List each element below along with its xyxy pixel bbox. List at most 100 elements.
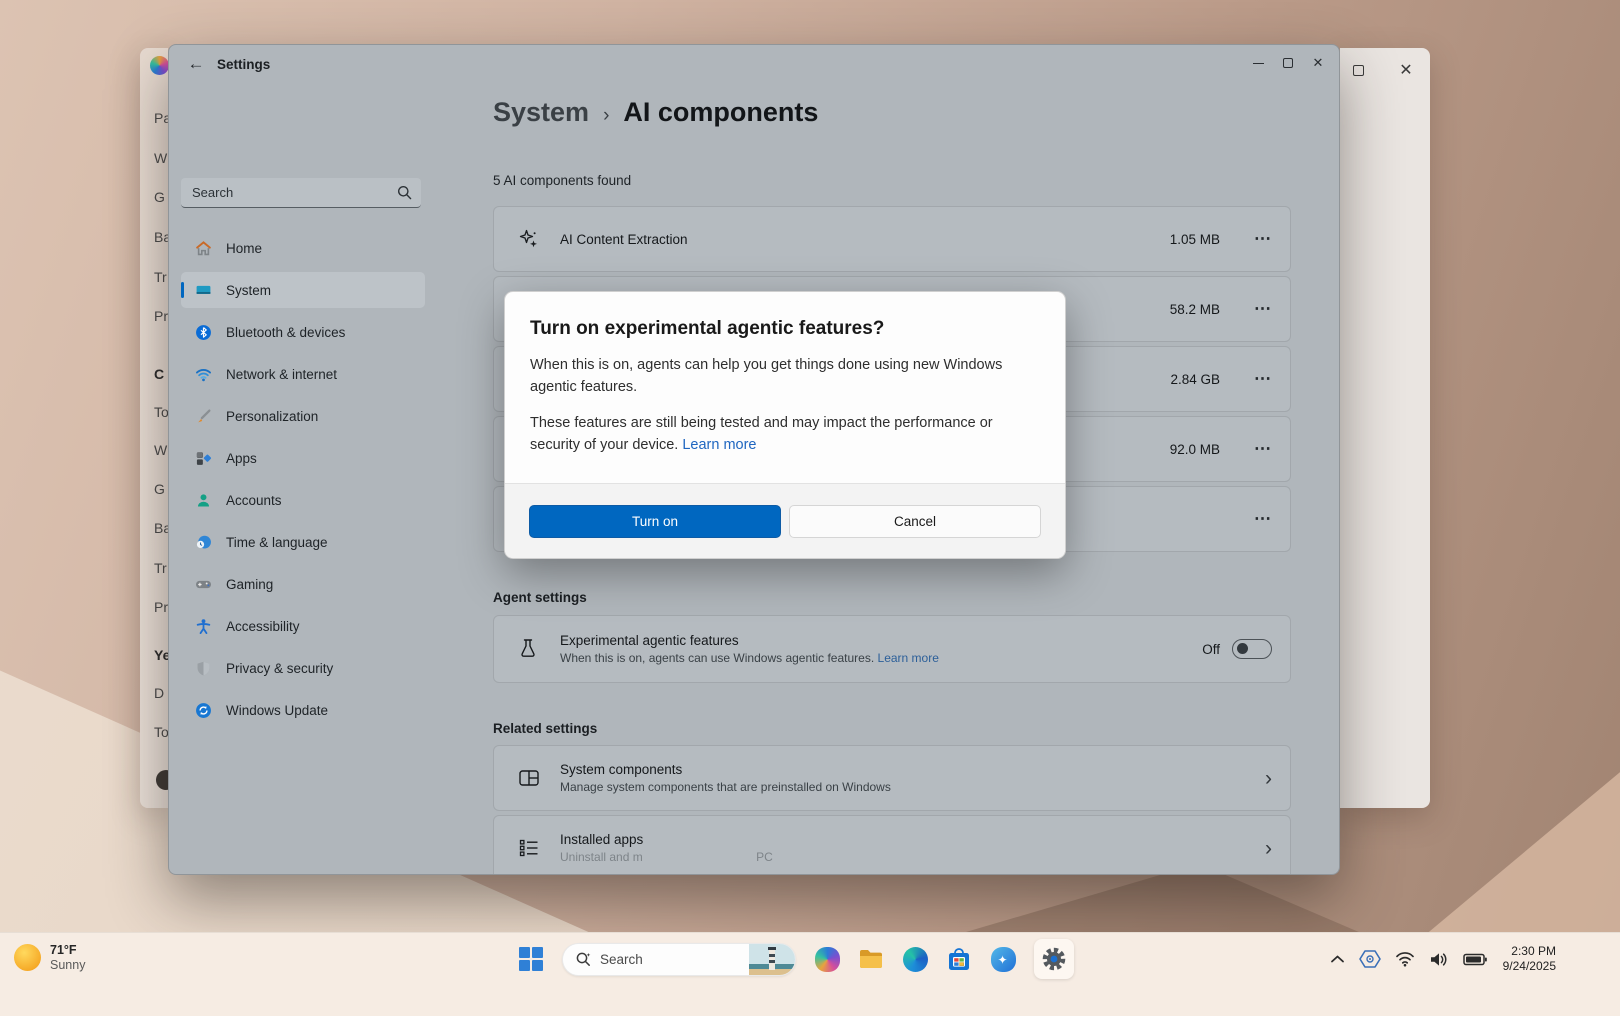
sidebar-item-label: Bluetooth & devices xyxy=(226,325,345,340)
sidebar-item-system[interactable]: System xyxy=(181,272,425,308)
sidebar-item-bluetooth[interactable]: Bluetooth & devices xyxy=(181,314,425,350)
store-icon xyxy=(947,947,971,972)
sidebar-item-gaming[interactable]: Gaming xyxy=(181,566,425,602)
bluetooth-icon xyxy=(195,324,212,341)
sidebar-item-home[interactable]: Home xyxy=(181,230,425,266)
maximize-button[interactable] xyxy=(1344,56,1372,84)
person-icon xyxy=(195,492,212,509)
sidebar-item-label: Network & internet xyxy=(226,367,337,382)
bg-text-fragment: Pr xyxy=(154,308,168,324)
back-button[interactable]: ← xyxy=(181,51,211,77)
weather-widget[interactable]: 71°F Sunny xyxy=(14,943,85,972)
taskbar-search[interactable]: Search xyxy=(562,943,796,976)
sidebar-item-apps[interactable]: Apps xyxy=(181,440,425,476)
app-logo-icon xyxy=(150,56,168,75)
close-button[interactable]: ✕ xyxy=(1392,56,1420,84)
sidebar-item-privacy[interactable]: Privacy & security xyxy=(181,650,425,686)
installed-apps-row[interactable]: Installed apps Uninstall and m PC › xyxy=(493,815,1291,875)
clock[interactable]: 2:30 PM 9/24/2025 xyxy=(1503,944,1556,974)
edge-icon xyxy=(903,947,928,972)
gamepad-icon xyxy=(195,576,212,593)
sidebar-item-personalization[interactable]: Personalization xyxy=(181,398,425,434)
agent-app-icon[interactable]: ✦ xyxy=(990,946,1016,972)
chevron-right-icon: › xyxy=(1265,768,1272,789)
sidebar-item-windows-update[interactable]: Windows Update xyxy=(181,692,425,728)
background-window-left-edge[interactable]: Pa W G Ba Tr Pr C To W G Ba Tr Pr Ye D T… xyxy=(140,48,168,808)
section-heading: Related settings xyxy=(493,721,597,736)
gear-icon xyxy=(1040,945,1068,973)
sidebar-search[interactable] xyxy=(181,178,421,208)
time: 2:30 PM xyxy=(1503,944,1556,959)
search-icon xyxy=(575,951,592,968)
search-highlight-image[interactable] xyxy=(749,944,795,976)
sidebar-item-label: Gaming xyxy=(226,577,273,592)
component-row[interactable]: AI Content Extraction 1.05 MB ⋯ xyxy=(493,206,1291,272)
more-options-icon[interactable]: ⋯ xyxy=(1254,369,1272,389)
cancel-button[interactable]: Cancel xyxy=(789,505,1041,538)
sidebar-item-label: Privacy & security xyxy=(226,661,333,676)
more-options-icon[interactable]: ⋯ xyxy=(1254,229,1272,249)
component-name: AI Content Extraction xyxy=(560,232,688,247)
minimize-button[interactable] xyxy=(1243,49,1273,77)
bg-text-fragment: D xyxy=(154,685,164,701)
sidebar-item-label: Time & language xyxy=(226,535,328,550)
agent-settings-row[interactable]: Experimental agentic features When this … xyxy=(493,615,1291,683)
turn-on-button[interactable]: Turn on xyxy=(529,505,781,538)
settings-app-icon[interactable] xyxy=(1034,939,1074,979)
tray-chevron-up[interactable] xyxy=(1330,954,1345,964)
hexagon-app-icon xyxy=(1359,949,1381,969)
toggle-knob xyxy=(1237,643,1248,654)
setting-subtitle-fragment: PC xyxy=(756,850,773,864)
sidebar-item-label: Home xyxy=(226,241,262,256)
flask-icon xyxy=(518,638,542,660)
experimental-features-toggle[interactable] xyxy=(1232,639,1272,659)
bg-text-fragment: G xyxy=(154,481,165,497)
titlebar[interactable]: ← Settings ✕ xyxy=(169,45,1339,83)
close-button[interactable]: ✕ xyxy=(1303,49,1333,77)
dialog-footer: Turn on Cancel xyxy=(505,483,1065,558)
toggle-state-label: Off xyxy=(1202,642,1220,657)
wifi-icon xyxy=(195,366,212,383)
ai-sparkle-icon xyxy=(518,228,540,250)
file-explorer-app-icon[interactable] xyxy=(858,946,884,972)
chevron-up-icon xyxy=(1330,954,1345,964)
sidebar-item-accessibility[interactable]: Accessibility xyxy=(181,608,425,644)
system-icon xyxy=(195,282,212,299)
sidebar-item-time-language[interactable]: Time & language xyxy=(181,524,425,560)
tray-app-button[interactable] xyxy=(1359,949,1381,969)
components-count: 5 AI components found xyxy=(493,173,631,188)
close-icon: ✕ xyxy=(1399,60,1412,80)
more-options-icon[interactable]: ⋯ xyxy=(1254,299,1272,319)
breadcrumb: System › AI components xyxy=(493,97,818,128)
bg-text-fragment: Ye xyxy=(154,647,168,663)
sidebar-item-accounts[interactable]: Accounts xyxy=(181,482,425,518)
learn-more-link[interactable]: Learn more xyxy=(878,651,939,665)
dialog-body-paragraph: When this is on, agents can help you get… xyxy=(530,355,1016,398)
breadcrumb-parent[interactable]: System xyxy=(493,97,589,128)
volume-status[interactable] xyxy=(1429,951,1449,968)
learn-more-link[interactable]: Learn more xyxy=(682,437,756,453)
setting-title: System components xyxy=(560,762,891,777)
start-button[interactable] xyxy=(518,946,544,972)
more-options-icon[interactable]: ⋯ xyxy=(1254,509,1272,529)
maximize-button[interactable] xyxy=(1273,49,1303,77)
search-input[interactable] xyxy=(192,185,391,200)
shield-icon xyxy=(195,660,212,677)
section-heading: Agent settings xyxy=(493,590,587,605)
settings-window: ← Settings ✕ Home xyxy=(168,44,1340,875)
battery-status[interactable] xyxy=(1463,953,1487,966)
store-app-icon[interactable] xyxy=(946,946,972,972)
wifi-status[interactable] xyxy=(1395,951,1415,967)
sidebar-item-label: Accessibility xyxy=(226,619,300,634)
brush-icon xyxy=(195,408,212,425)
sidebar-item-label: System xyxy=(226,283,271,298)
folder-icon xyxy=(858,946,884,972)
system-components-row[interactable]: System components Manage system componen… xyxy=(493,745,1291,811)
background-window-right-edge[interactable]: ✕ xyxy=(1340,48,1430,808)
edge-app-icon[interactable] xyxy=(902,946,928,972)
weather-temp: 71°F xyxy=(50,943,85,957)
more-options-icon[interactable]: ⋯ xyxy=(1254,439,1272,459)
sidebar-item-network[interactable]: Network & internet xyxy=(181,356,425,392)
copilot-app-icon[interactable] xyxy=(814,946,840,972)
dialog-title: Turn on experimental agentic features? xyxy=(530,318,1040,340)
